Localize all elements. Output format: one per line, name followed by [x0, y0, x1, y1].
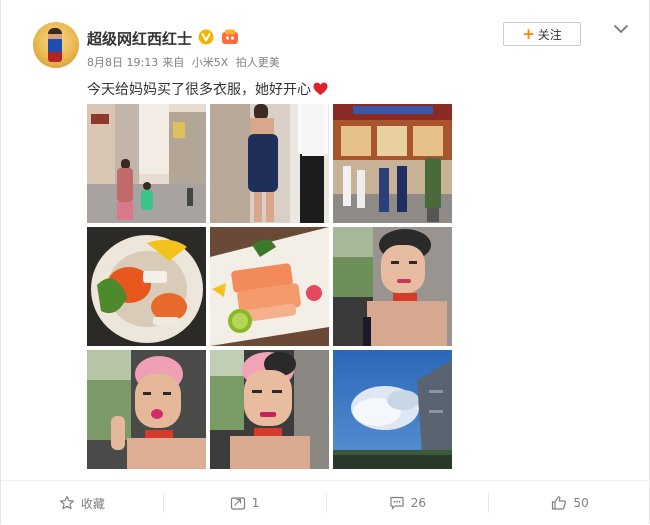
post-text: 今天给妈妈买了很多衣服，她好开心	[87, 82, 311, 98]
photo-grid	[87, 104, 453, 470]
photo-car-selfie-kiss[interactable]	[87, 350, 206, 469]
username[interactable]: 超级网红西红士	[87, 28, 192, 49]
photo-car-selfie-2[interactable]	[210, 350, 329, 469]
repost-count: 1	[251, 496, 260, 510]
weibo-post-card: 超级网红西红士 8月8日 19:13 来自 小米5X 拍人更美 + 关注 今天给妈…	[0, 0, 650, 524]
action-bar: 收藏 1 26 50	[1, 480, 650, 525]
repost-button[interactable]: 1	[164, 495, 326, 511]
repost-icon	[230, 497, 245, 510]
favorite-button[interactable]: 收藏	[1, 495, 163, 512]
chevron-down-icon[interactable]	[613, 22, 629, 36]
photo-store-front-group[interactable]	[333, 104, 452, 223]
comment-button[interactable]: 26	[327, 495, 489, 511]
photo-street-mother-child[interactable]	[87, 104, 206, 223]
photo-sky-cloud[interactable]	[333, 350, 452, 469]
star-icon	[59, 495, 74, 510]
avatar-figure	[48, 28, 62, 62]
heart-icon	[313, 82, 328, 95]
like-button[interactable]: 50	[489, 495, 650, 511]
photo-salmon-sashimi-lime[interactable]	[210, 227, 329, 346]
photo-car-selfie-1[interactable]	[333, 227, 452, 346]
avatar[interactable]	[33, 22, 79, 68]
post-date[interactable]: 8月8日 19:13	[87, 56, 158, 69]
favorite-label: 收藏	[80, 496, 105, 511]
follow-label: 关注	[537, 27, 562, 42]
post-text-row: 今天给妈妈买了很多衣服，她好开心	[87, 79, 328, 99]
follow-button[interactable]: + 关注	[503, 22, 581, 46]
photo-woman-blue-dress[interactable]	[210, 104, 329, 223]
post-meta: 8月8日 19:13 来自 小米5X 拍人更美	[87, 54, 284, 70]
verified-v-icon[interactable]	[198, 29, 214, 45]
comment-icon	[390, 496, 404, 510]
source-prefix: 来自	[162, 56, 185, 69]
source-suffix[interactable]: 拍人更美	[236, 56, 280, 69]
like-count: 50	[573, 496, 589, 510]
vip-level-icon[interactable]	[221, 29, 239, 45]
comment-count: 26	[410, 496, 427, 510]
source-device[interactable]: 小米5X	[192, 56, 229, 69]
plus-icon: +	[522, 24, 535, 43]
thumbs-up-icon	[552, 496, 567, 510]
photo-sashimi-roe-plate[interactable]	[87, 227, 206, 346]
